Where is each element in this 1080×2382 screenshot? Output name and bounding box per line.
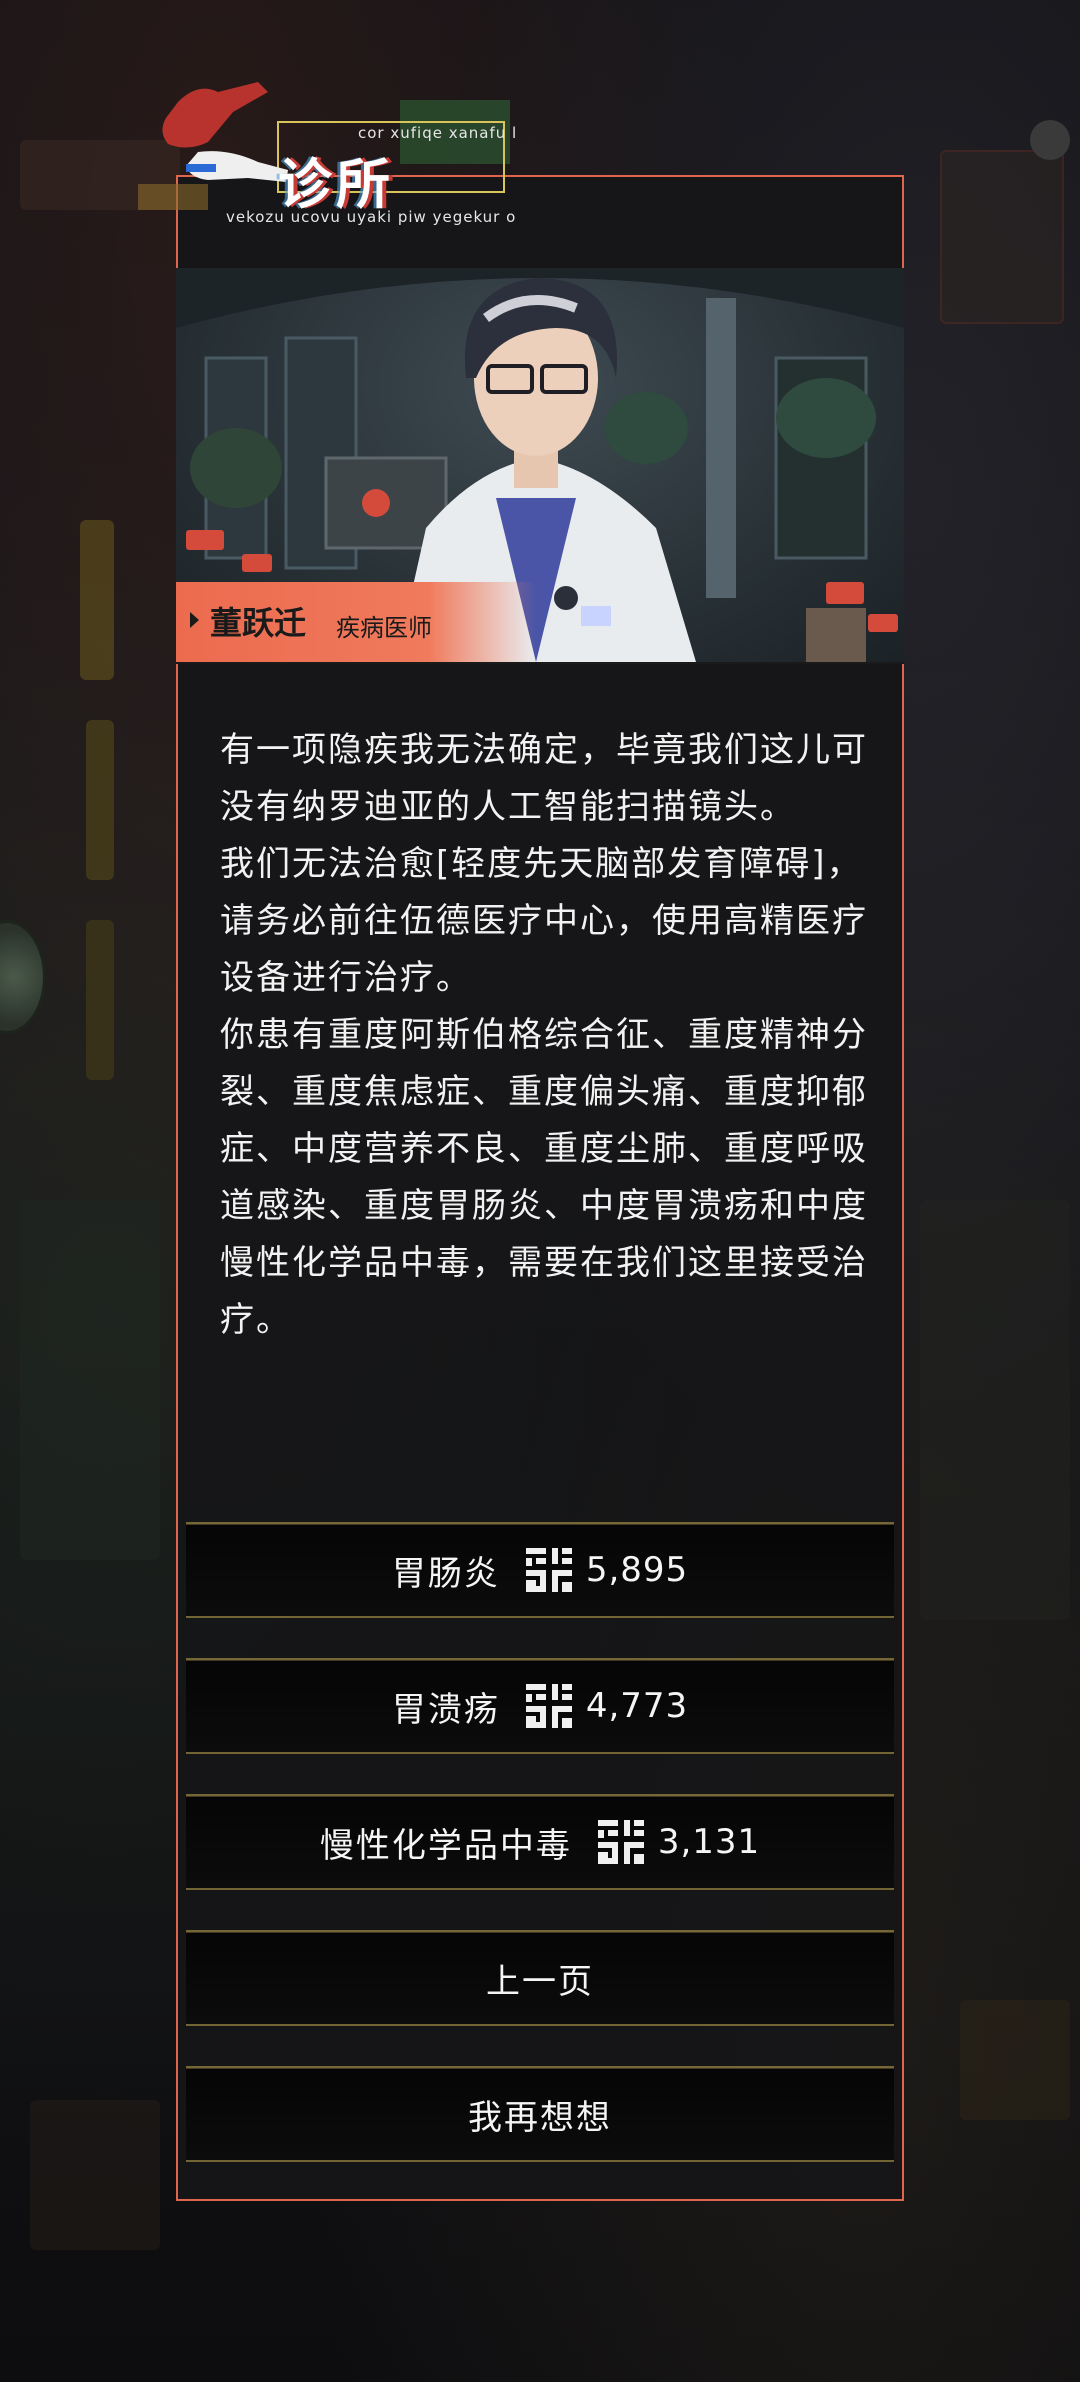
option-label: 我再想想 xyxy=(468,2097,612,2138)
currency-icon xyxy=(525,1548,572,1592)
option-price-amount: 3,131 xyxy=(657,1822,761,1862)
dialogue-paragraph: 有一项隐疾我无法确定，毕竟我们这儿可没有纳罗迪亚的人工智能扫描镜头。 xyxy=(220,730,868,827)
dialogue-paragraph: 你患有重度阿斯伯格综合征、重度精神分裂、重度焦虑症、重度偏头痛、重度抑郁症、中度… xyxy=(220,1015,868,1340)
option-price-amount: 5,895 xyxy=(585,1550,689,1590)
dialogue-paragraph: 我们无法治愈[轻度先天脑部发育障碍]，请务必前往伍德医疗中心，使用高精医疗设备进… xyxy=(220,844,868,998)
option-price: 5,895 xyxy=(525,1548,689,1592)
currency-icon xyxy=(525,1684,572,1728)
option-treat-chemical-poisoning[interactable]: 慢性化学品中毒 3,131 xyxy=(186,1794,894,1890)
currency-icon xyxy=(597,1820,644,1864)
option-label: 胃肠炎 xyxy=(391,1553,500,1594)
option-label: 慢性化学品中毒 xyxy=(319,1825,572,1866)
option-treat-gastric-ulcer[interactable]: 胃溃疡 4,773 xyxy=(186,1658,894,1754)
npc-name: 董跃迁 xyxy=(210,604,307,642)
title-subtitle-bottom: vekozu ucovu uyaki piw yegekur o xyxy=(226,208,517,226)
option-treat-gastroenteritis[interactable]: 胃肠炎 5,895 xyxy=(186,1522,894,1618)
option-think-again[interactable]: 我再想想 xyxy=(186,2066,894,2162)
caret-right-icon xyxy=(190,612,199,628)
option-label: 胃溃疡 xyxy=(391,1689,500,1730)
option-price-amount: 4,773 xyxy=(585,1686,689,1726)
dialogue-text: 有一项隐疾我无法确定，毕竟我们这儿可没有纳罗迪亚的人工智能扫描镜头。 我们无法治… xyxy=(220,722,870,1349)
option-price: 3,131 xyxy=(597,1820,761,1864)
npc-name-bar: 董跃迁 疾病医师 xyxy=(176,582,536,662)
option-label: 上一页 xyxy=(486,1961,594,2002)
title-block: cor xufiqe xanafu l 诊所 vekozu ucovu uyak… xyxy=(138,52,568,232)
npc-role: 疾病医师 xyxy=(336,614,432,642)
option-previous-page[interactable]: 上一页 xyxy=(186,1930,894,2026)
option-price: 4,773 xyxy=(525,1684,689,1728)
